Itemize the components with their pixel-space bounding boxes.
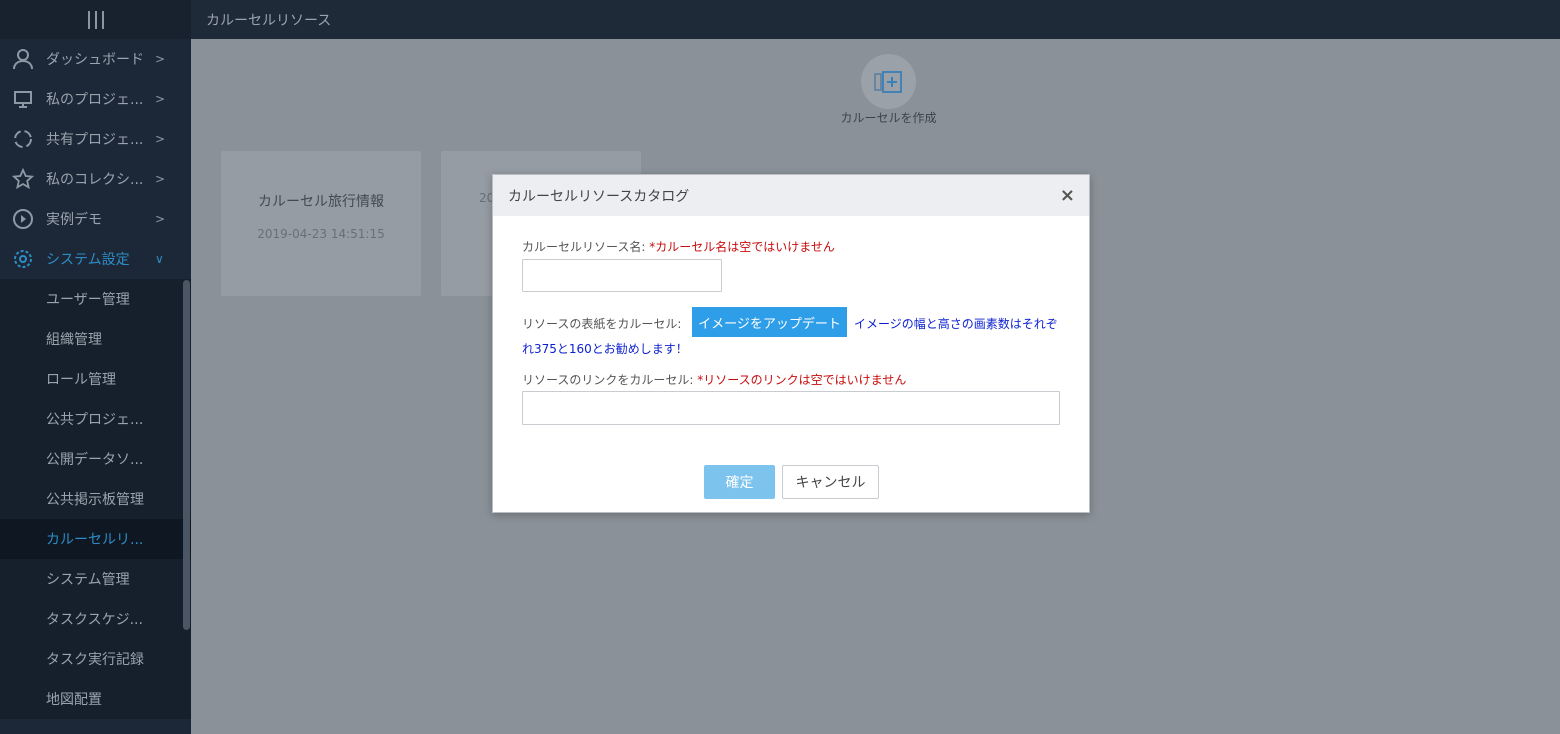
- sidebar-subitem-roles[interactable]: ロール管理: [0, 359, 191, 399]
- name-label: カルーセルリソース名:: [522, 240, 646, 254]
- cover-hint-line-2: れ375と160とお勧めします！: [522, 342, 688, 356]
- sidebar-menu: ダッシュボード > 私のプロジェ... > 共有プロジェ... > 私のコレクシ…: [0, 39, 191, 719]
- sidebar-item-my-collections[interactable]: 私のコレクシ... >: [0, 159, 191, 199]
- chevron-right-icon: >: [155, 172, 166, 186]
- sidebar-subitem-label: システム管理: [46, 572, 130, 588]
- sidebar-subitem-label: カルーセルリ...: [46, 532, 144, 548]
- cancel-button[interactable]: キャンセル: [782, 465, 879, 499]
- chevron-right-icon: >: [155, 132, 166, 146]
- sidebar: ダッシュボード > 私のプロジェ... > 共有プロジェ... > 私のコレクシ…: [0, 0, 191, 734]
- sidebar-subitem-label: 公共掲示板管理: [46, 492, 144, 508]
- sidebar-item-label: 実例デモ: [46, 212, 102, 228]
- sidebar-subitem-task-schedule[interactable]: タスクスケジ...: [0, 599, 191, 639]
- chevron-right-icon: >: [155, 92, 166, 106]
- chevron-right-icon: >: [155, 52, 166, 66]
- upload-image-button[interactable]: イメージをアップデート: [692, 307, 847, 337]
- carousel-resource-dialog: カルーセルリソースカタログ × カルーセルリソース名: *カルーセル名は空ではい…: [492, 174, 1090, 513]
- sidebar-subitem-map-config[interactable]: 地図配置: [0, 679, 191, 719]
- top-bar: カルーセルリソース: [191, 0, 1560, 39]
- sidebar-item-my-projects[interactable]: 私のプロジェ... >: [0, 79, 191, 119]
- sidebar-item-label: ダッシュボード: [46, 52, 144, 68]
- play-icon: [0, 208, 46, 230]
- sidebar-subitem-bulletin-board[interactable]: 公共掲示板管理: [0, 479, 191, 519]
- gear-icon: [0, 248, 46, 270]
- link-label-row: リソースのリンクをカルーセル: *リソースのリンクは空ではいけません: [522, 371, 906, 388]
- sidebar-item-dashboard[interactable]: ダッシュボード >: [0, 39, 191, 79]
- sidebar-item-label: 私のプロジェ...: [46, 92, 144, 108]
- sidebar-item-label: システム設定: [46, 252, 130, 268]
- sidebar-subitem-system-management[interactable]: システム管理: [0, 559, 191, 599]
- chevron-right-icon: >: [155, 212, 166, 226]
- close-icon[interactable]: ×: [1060, 185, 1075, 206]
- card-title: カルーセル旅行情報: [258, 194, 384, 210]
- chevron-down-icon: ∨: [155, 252, 164, 266]
- link-error: *リソースのリンクは空ではいけません: [697, 373, 907, 387]
- sidebar-subitem-label: ロール管理: [46, 372, 116, 388]
- add-carousel-icon: [873, 70, 902, 93]
- menu-toggle-icon[interactable]: [0, 0, 191, 39]
- dialog-header: カルーセルリソースカタログ ×: [493, 175, 1089, 216]
- sidebar-header: [0, 0, 191, 39]
- monitor-icon: [0, 89, 46, 109]
- name-label-row: カルーセルリソース名: *カルーセル名は空ではいけません: [522, 238, 835, 255]
- share-circle-icon: [0, 128, 46, 150]
- resource-link-input[interactable]: [522, 391, 1060, 425]
- sidebar-subitem-label: タスク実行記録: [46, 652, 144, 668]
- sidebar-subitem-label: タスクスケジ...: [46, 612, 143, 628]
- name-error: *カルーセル名は空ではいけません: [649, 240, 835, 254]
- card-date: 2019-04-23 14:51:15: [257, 227, 385, 241]
- sidebar-scrollbar[interactable]: [183, 280, 190, 630]
- sidebar-item-label: 私のコレクシ...: [46, 172, 144, 188]
- sidebar-subitem-label: 公開データソ...: [46, 452, 144, 468]
- sidebar-subitem-organization[interactable]: 組織管理: [0, 319, 191, 359]
- dialog-title: カルーセルリソースカタログ: [508, 188, 690, 205]
- carousel-card[interactable]: カルーセル旅行情報 2019-04-23 14:51:15: [221, 151, 421, 296]
- page-title: カルーセルリソース: [206, 13, 332, 29]
- user-icon: [0, 48, 46, 70]
- cover-hint-line-1: イメージの幅と高さの画素数はそれぞ: [854, 317, 1058, 331]
- sidebar-subitem-user-management[interactable]: ユーザー管理: [0, 279, 191, 319]
- sidebar-item-label: 共有プロジェ...: [46, 132, 144, 148]
- star-icon: [0, 168, 46, 190]
- link-label: リソースのリンクをカルーセル:: [522, 373, 694, 387]
- sidebar-subitem-task-log[interactable]: タスク実行記録: [0, 639, 191, 679]
- sidebar-subitem-carousel-resources[interactable]: カルーセルリ...: [0, 519, 191, 559]
- cover-label: リソースの表紙をカルーセル:: [522, 317, 682, 331]
- sidebar-subitem-label: 地図配置: [46, 692, 102, 708]
- sidebar-item-demos[interactable]: 実例デモ >: [0, 199, 191, 239]
- sidebar-subitem-label: 公共プロジェ...: [46, 412, 144, 428]
- sidebar-item-shared-projects[interactable]: 共有プロジェ... >: [0, 119, 191, 159]
- resource-name-input[interactable]: [522, 259, 722, 292]
- sidebar-subitem-label: ユーザー管理: [46, 292, 130, 308]
- create-carousel-label: カルーセルを作成: [840, 111, 937, 125]
- sidebar-subitem-label: 組織管理: [46, 332, 102, 348]
- sidebar-item-system-settings[interactable]: システム設定 ∨: [0, 239, 191, 279]
- sidebar-subitem-public-projects[interactable]: 公共プロジェ...: [0, 399, 191, 439]
- sidebar-subitem-public-datasources[interactable]: 公開データソ...: [0, 439, 191, 479]
- confirm-button[interactable]: 確定: [704, 465, 775, 499]
- create-carousel-button[interactable]: [861, 54, 916, 109]
- sidebar-submenu: ユーザー管理 組織管理 ロール管理 公共プロジェ... 公開データソ... 公共…: [0, 279, 191, 719]
